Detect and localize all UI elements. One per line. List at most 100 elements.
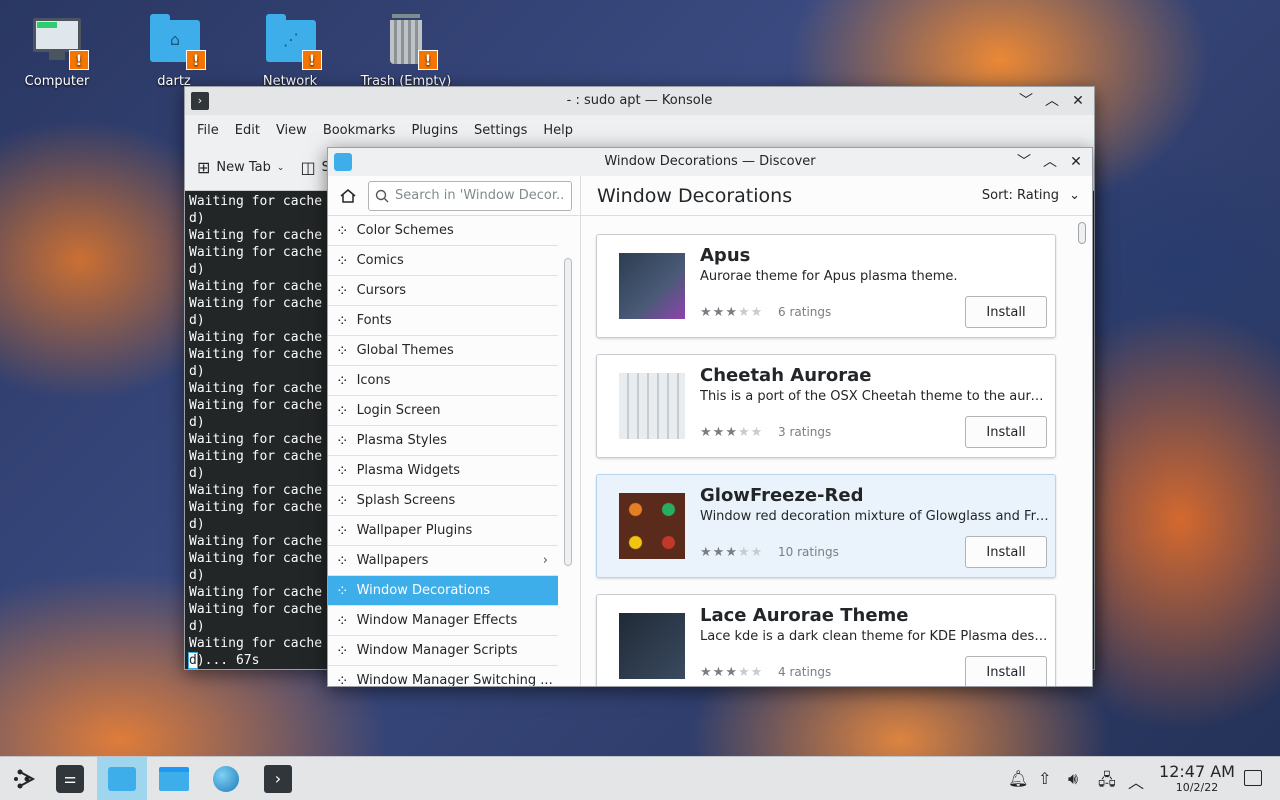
discover-titlebar[interactable]: Window Decorations — Discover ﹀ ︿ ✕ — [328, 148, 1092, 176]
update-icon[interactable]: ⇧ — [1038, 769, 1051, 788]
notification-bell-icon[interactable]: 🔔︎ — [1008, 769, 1028, 788]
category-item[interactable]: ⁘ Color Schemes — [328, 216, 558, 246]
chevron-right-icon: › — [542, 553, 548, 568]
category-item[interactable]: ⁘ Splash Screens — [328, 486, 558, 516]
star-icon: ★ — [700, 665, 713, 680]
kde-launcher-icon — [14, 769, 36, 789]
split-view-button[interactable]: ◫ S — [300, 158, 329, 177]
category-icon: ⁘ — [336, 371, 349, 390]
menu-edit[interactable]: Edit — [227, 123, 268, 138]
app-card[interactable]: Lace Aurorae Theme Lace kde is a dark cle… — [596, 594, 1056, 686]
computer-icon: ! — [29, 12, 89, 70]
category-icon: ⁘ — [336, 431, 349, 450]
menu-help[interactable]: Help — [535, 123, 581, 138]
close-button[interactable]: ✕ — [1066, 148, 1086, 176]
category-item[interactable]: ⁘ Window Manager Switching ... — [328, 666, 558, 687]
volume-icon[interactable]: 🔊︎ — [1068, 769, 1078, 789]
search-box[interactable] — [368, 180, 572, 211]
category-icon: ⁘ — [336, 341, 349, 360]
maximize-button[interactable]: ︿ — [1042, 87, 1062, 115]
content-scrollbar[interactable] — [1078, 222, 1086, 244]
sort-dropdown[interactable]: Sort: Rating ⌄ — [982, 188, 1080, 203]
category-label: Icons — [356, 373, 391, 388]
category-icon: ⁘ — [336, 671, 349, 687]
category-label: Window Decorations — [356, 583, 491, 598]
desktop-icon-computer[interactable]: ! Computer — [11, 12, 103, 89]
install-button[interactable]: Install — [965, 536, 1047, 568]
konsole-titlebar[interactable]: › - : sudo apt — Konsole ﹀ ︿ ✕ — [185, 87, 1094, 115]
window-title: - : sudo apt — Konsole — [566, 93, 713, 108]
app-card[interactable]: Apus Aurorae theme for Apus plasma theme.… — [596, 234, 1056, 338]
chevron-up-icon[interactable]: ︿ — [1128, 769, 1144, 793]
content-header: Window Decorations Sort: Rating ⌄ — [581, 176, 1092, 216]
globe-icon — [213, 766, 239, 792]
taskbar-konsole[interactable]: › — [253, 757, 303, 800]
app-launcher-button[interactable] — [0, 757, 50, 800]
minimize-button[interactable]: ﹀ — [1016, 87, 1036, 115]
clock[interactable]: 12:47 AM 10/2/22 — [1150, 763, 1244, 795]
category-item[interactable]: ⁘ Fonts — [328, 306, 558, 336]
menu-file[interactable]: File — [189, 123, 227, 138]
app-card[interactable]: GlowFreeze-Red Window red decoration mixt… — [596, 474, 1056, 578]
desktop-icon-trash[interactable]: ! Trash (Empty) — [360, 12, 452, 89]
install-button[interactable]: Install — [965, 656, 1047, 686]
category-label: Wallpaper Plugins — [356, 523, 473, 538]
new-tab-label: New Tab — [216, 160, 271, 175]
search-input[interactable] — [395, 188, 565, 203]
rating-stars: ★★★★★ — [700, 665, 763, 680]
install-button[interactable]: Install — [965, 416, 1047, 448]
desktop-icon-network[interactable]: ⋰ ! Network — [244, 12, 336, 89]
star-icon: ★ — [700, 305, 713, 320]
search-icon — [375, 189, 389, 202]
menu-bookmarks[interactable]: Bookmarks — [315, 123, 404, 138]
category-item[interactable]: ⁘ Plasma Widgets — [328, 456, 558, 486]
app-description: This is a port of the OSX Cheetah theme … — [700, 389, 1050, 404]
category-item[interactable]: ⁘ Icons — [328, 366, 558, 396]
rating-count: 10 ratings — [778, 545, 839, 559]
app-card[interactable]: Cheetah Aurorae This is a port of the OSX… — [596, 354, 1056, 458]
category-item[interactable]: ⁘ Comics — [328, 246, 558, 276]
network-icon[interactable]: 🖧 — [1098, 769, 1116, 796]
system-settings-icon: ⚌ — [56, 765, 84, 793]
sidebar-scrollbar[interactable] — [564, 258, 572, 566]
taskbar-system-settings[interactable]: ⚌ — [45, 757, 95, 800]
home-button[interactable] — [336, 184, 360, 208]
menu-settings[interactable]: Settings — [466, 123, 535, 138]
close-button[interactable]: ✕ — [1068, 87, 1088, 115]
category-label: Login Screen — [356, 403, 441, 418]
progress-text: )... 67s — [196, 653, 260, 668]
app-description: Window red decoration mixture of Glowgla… — [700, 509, 1050, 524]
category-item[interactable]: ⁘ Window Manager Effects — [328, 606, 558, 636]
app-name: Lace Aurorae Theme — [700, 605, 909, 626]
category-item[interactable]: ⁘ Wallpaper Plugins — [328, 516, 558, 546]
category-icon: ⁘ — [336, 461, 349, 480]
category-item[interactable]: ⁘ Cursors — [328, 276, 558, 306]
category-item[interactable]: ⁘ Plasma Styles — [328, 426, 558, 456]
taskbar-dolphin[interactable] — [149, 757, 199, 800]
new-tab-button[interactable]: ⊞ New Tab ⌄ — [197, 158, 284, 177]
star-icon: ★ — [737, 665, 751, 680]
maximize-button[interactable]: ︿ — [1040, 148, 1060, 176]
app-description: Lace kde is a dark clean theme for KDE P… — [700, 629, 1050, 644]
category-item[interactable]: ⁘ Wallpapers › — [328, 546, 558, 576]
category-item[interactable]: ⁘ Global Themes — [328, 336, 558, 366]
install-button[interactable]: Install — [965, 296, 1047, 328]
menu-plugins[interactable]: Plugins — [403, 123, 466, 138]
taskbar-browser[interactable] — [201, 757, 251, 800]
taskbar-discover[interactable] — [97, 757, 147, 800]
star-icon: ★ — [737, 425, 751, 440]
category-item[interactable]: ⁘ Login Screen — [328, 396, 558, 426]
minimize-button[interactable]: ﹀ — [1014, 148, 1034, 176]
app-thumbnail — [619, 253, 685, 319]
discover-window[interactable]: Window Decorations — Discover ﹀ ︿ ✕ ⁘ Col… — [327, 147, 1093, 687]
menu-view[interactable]: View — [268, 123, 315, 138]
category-label: Comics — [356, 253, 404, 268]
category-item[interactable]: ⁘ Window Decorations — [328, 576, 558, 606]
app-list: Apus Aurorae theme for Apus plasma theme.… — [581, 217, 1092, 686]
category-item[interactable]: ⁘ Window Manager Scripts — [328, 636, 558, 666]
discover-app-icon — [334, 153, 352, 171]
desktop-icon-home[interactable]: ⌂ ! dartz — [128, 12, 220, 89]
category-icon: ⁘ — [336, 281, 349, 300]
show-desktop-button[interactable] — [1244, 770, 1262, 786]
discover-icon — [108, 767, 136, 791]
